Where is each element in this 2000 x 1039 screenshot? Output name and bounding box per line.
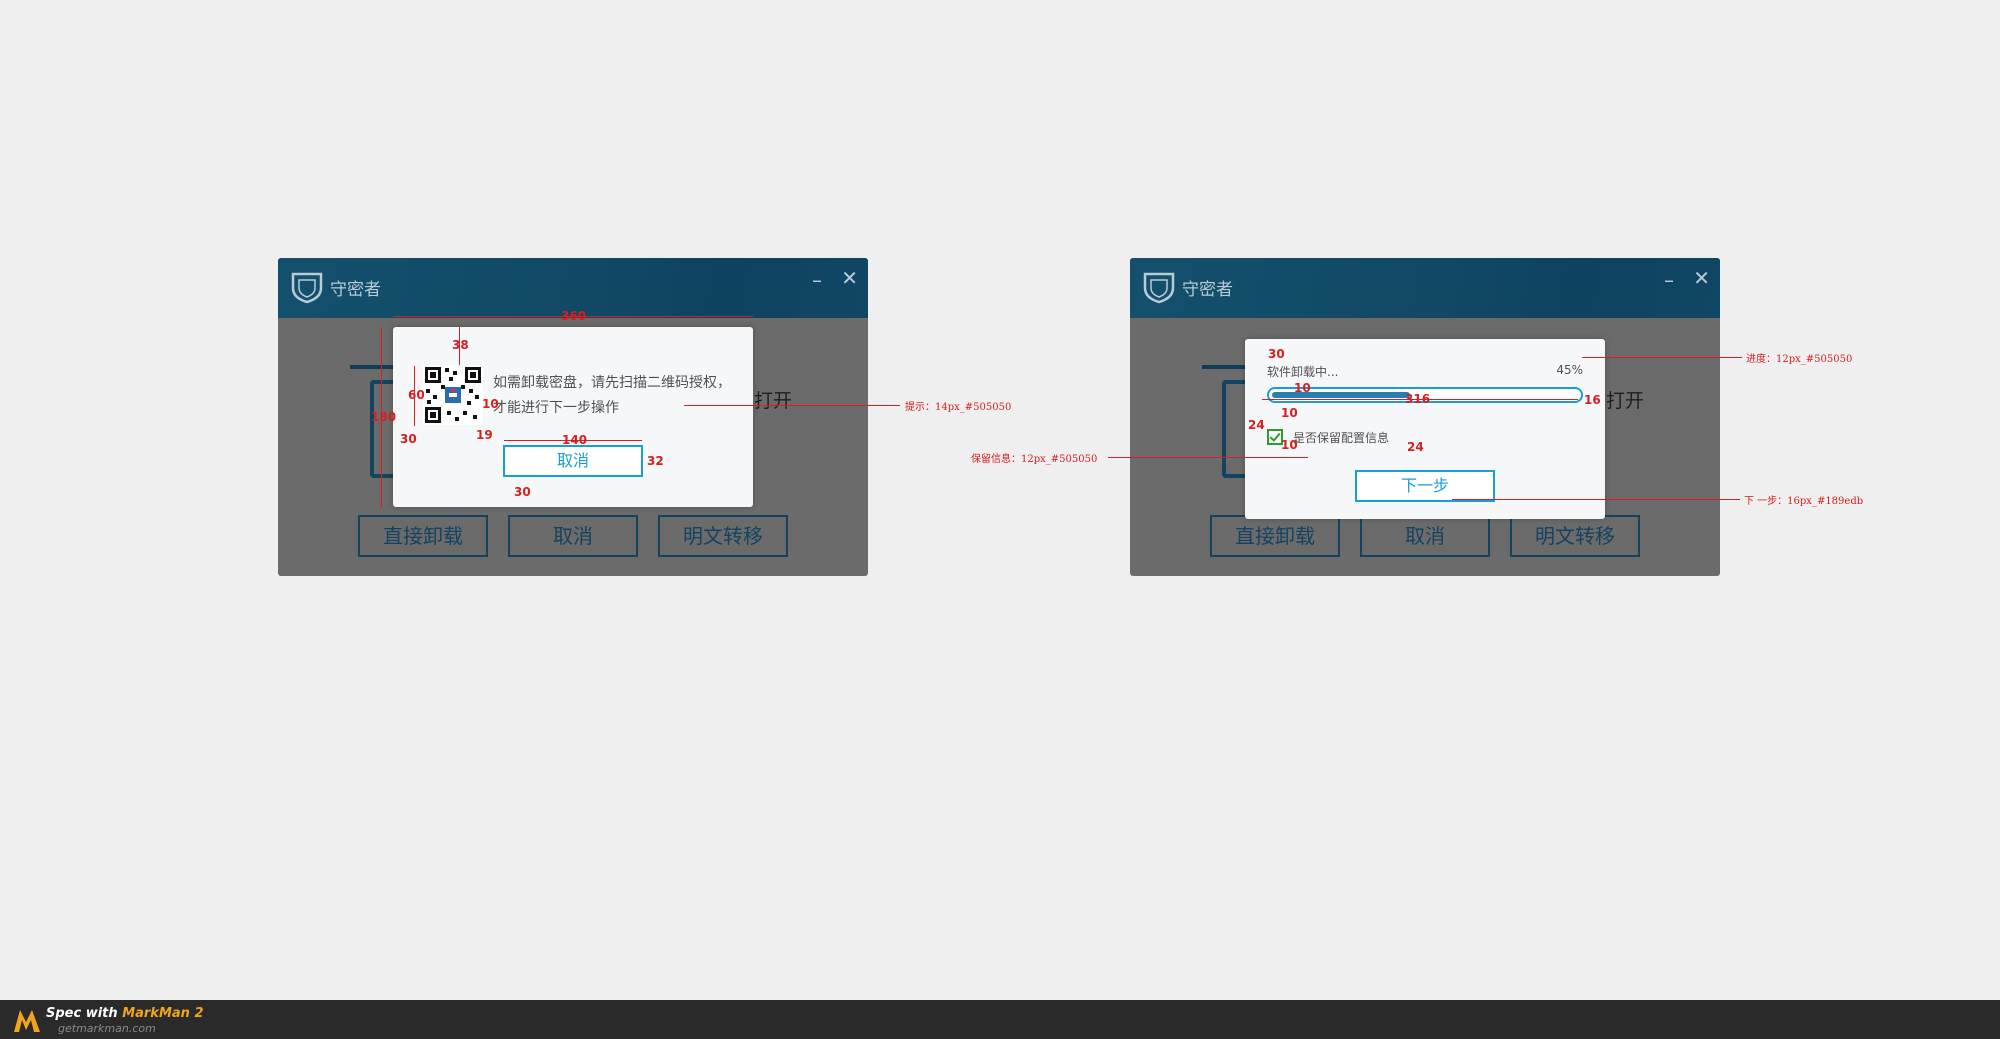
app-title: 守密者 bbox=[1182, 280, 1233, 300]
dim-30-bottom: 30 bbox=[514, 485, 531, 499]
dialog-cancel-button[interactable]: 取消 bbox=[503, 445, 643, 477]
tip-annotation: 提示：14px_#505050 bbox=[905, 402, 1012, 413]
footer-site: getmarkman.com bbox=[58, 1022, 156, 1035]
qr-tip-line-2: 才能进行下一步操作 bbox=[493, 400, 619, 416]
app-title: 守密者 bbox=[330, 280, 381, 300]
keep-config-label: 是否保留配置信息 bbox=[1293, 431, 1390, 445]
qr-code-icon bbox=[423, 365, 483, 425]
dim-p10-low: 10 bbox=[1281, 438, 1298, 452]
close-button[interactable]: ✕ bbox=[841, 266, 858, 290]
markman-footer: Spec with MarkMan 2 getmarkman.com bbox=[0, 1000, 2000, 1039]
markman-logo-icon bbox=[14, 1010, 40, 1032]
tip-leader-line bbox=[684, 405, 900, 406]
dim-p24-mid: 24 bbox=[1407, 440, 1424, 454]
shield-logo-icon bbox=[291, 272, 323, 304]
keep-info-leader-line bbox=[1108, 457, 1308, 458]
footer-brand: Spec with MarkMan 2 bbox=[46, 1006, 204, 1021]
plaintext-transfer-button[interactable]: 明文转移 bbox=[1510, 515, 1640, 557]
direct-uninstall-button[interactable]: 直接卸载 bbox=[358, 515, 488, 557]
shield-logo-icon bbox=[1143, 272, 1175, 304]
title-bar: 守密者 – ✕ bbox=[1130, 258, 1720, 318]
dim-p316: 316 bbox=[1405, 392, 1431, 406]
minimize-button[interactable]: – bbox=[1664, 268, 1674, 292]
uninstall-window-qr: 守密者 – ✕ 打开 直接卸载 取消 明文转移 如需卸载密盘，请先扫描二维码授权… bbox=[278, 258, 868, 576]
progress-bar-fill bbox=[1272, 392, 1410, 398]
minimize-button[interactable]: – bbox=[812, 268, 822, 292]
dim-p10-top: 10 bbox=[1294, 381, 1311, 395]
next-step-button[interactable]: 下一步 bbox=[1355, 470, 1495, 502]
footer-brand-prefix: Spec with bbox=[46, 1006, 123, 1021]
dim-p30: 30 bbox=[1268, 347, 1285, 361]
dim-19: 19 bbox=[476, 428, 493, 442]
progress-leader-line bbox=[1582, 357, 1742, 358]
next-step-annotation: 下 一步：16px_#189edb bbox=[1744, 496, 1864, 507]
dim-p24-left: 24 bbox=[1248, 418, 1265, 432]
dim-180: 180 bbox=[371, 410, 397, 424]
uninstall-progress-dialog: 软件卸载中... 45% 是否保留配置信息 下一步 bbox=[1245, 339, 1605, 519]
open-label: 打开 bbox=[1606, 390, 1645, 412]
plaintext-transfer-button[interactable]: 明文转移 bbox=[658, 515, 788, 557]
close-button[interactable]: ✕ bbox=[1693, 266, 1710, 290]
dim-32: 32 bbox=[647, 454, 664, 468]
dim-38: 38 bbox=[452, 338, 469, 352]
qr-auth-dialog: 如需卸载密盘，请先扫描二维码授权， 才能进行下一步操作 取消 bbox=[393, 327, 753, 507]
progress-label: 软件卸载中... bbox=[1267, 365, 1339, 379]
qr-tip-line-1: 如需卸载密盘，请先扫描二维码授权， bbox=[493, 375, 731, 391]
qr-tip-text: 如需卸载密盘，请先扫描二维码授权， 才能进行下一步操作 bbox=[493, 371, 743, 421]
background-cancel-button[interactable]: 取消 bbox=[1360, 515, 1490, 557]
dim-p10-mid: 10 bbox=[1281, 406, 1298, 420]
progress-percent: 45% bbox=[1556, 363, 1583, 377]
uninstall-window-progress: 守密者 – ✕ 打开 直接卸载 取消 明文转移 软件卸载中... 45% 是否保… bbox=[1130, 258, 1720, 576]
keep-info-annotation: 保留信息：12px_#505050 bbox=[971, 454, 1098, 465]
next-step-leader-line bbox=[1452, 499, 1740, 500]
background-cancel-button[interactable]: 取消 bbox=[508, 515, 638, 557]
dim-360: 360 bbox=[561, 309, 587, 323]
footer-brand-name: MarkMan 2 bbox=[122, 1006, 204, 1021]
open-label: 打开 bbox=[754, 390, 793, 412]
progress-annotation: 进度：12px_#505050 bbox=[1746, 354, 1853, 365]
direct-uninstall-button[interactable]: 直接卸载 bbox=[1210, 515, 1340, 557]
dim-60: 60 bbox=[408, 388, 425, 402]
dim-10: 10 bbox=[482, 397, 499, 411]
dim-p16: 16 bbox=[1584, 393, 1601, 407]
dim-30-left: 30 bbox=[400, 432, 417, 446]
dim-140: 140 bbox=[562, 433, 588, 447]
